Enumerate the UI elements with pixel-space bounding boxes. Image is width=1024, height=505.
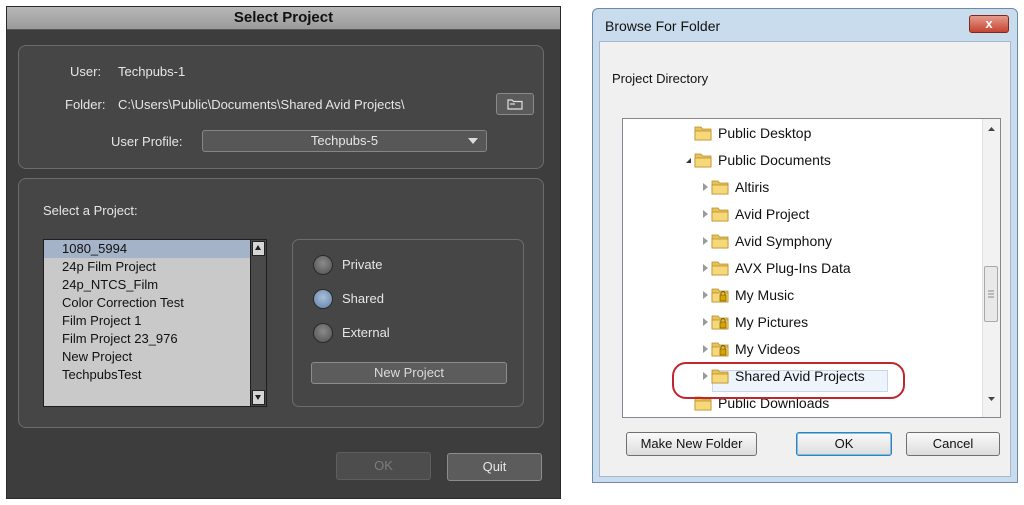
project-list[interactable]: 1080_5994 24p Film Project 24p_NTCS_Film Co… — [43, 239, 267, 407]
project-type-group: Private Shared External New Project — [292, 239, 524, 407]
collapsed-arrow-icon[interactable] — [703, 237, 708, 245]
tree-node-label: Altiris — [735, 179, 770, 195]
tree-node-label: My Pictures — [735, 314, 809, 330]
tree-node[interactable]: My Pictures — [623, 311, 983, 335]
select-project-label: Select a Project: — [43, 203, 138, 218]
tree-node[interactable]: My Videos — [623, 338, 983, 362]
folder-icon — [711, 233, 729, 249]
collapsed-arrow-icon[interactable] — [703, 210, 708, 218]
cancel-button[interactable]: Cancel — [906, 432, 1000, 456]
project-list-item[interactable]: New Project — [44, 348, 266, 366]
user-value: Techpubs-1 — [118, 64, 186, 79]
tree-node-label: Public Desktop — [718, 125, 812, 141]
tree-node[interactable]: Public Documents — [623, 149, 983, 173]
locked-folder-icon — [711, 287, 729, 303]
ok-button[interactable]: OK — [796, 432, 892, 456]
arrow-down-icon — [255, 395, 261, 400]
collapsed-arrow-icon[interactable] — [703, 345, 708, 353]
project-list-item[interactable]: 1080_5994 — [44, 240, 266, 258]
browse-for-folder-dialog: Browse For Folder x Project Directory Pu… — [592, 8, 1018, 483]
locked-folder-icon — [711, 314, 729, 330]
folder-label: Folder: — [65, 97, 106, 112]
arrow-up-icon — [255, 245, 261, 250]
radio-label: External — [342, 325, 390, 340]
ok-button[interactable]: OK — [336, 452, 431, 480]
tree-node-label: Avid Project — [735, 206, 810, 222]
tree-node-label: Public Documents — [718, 152, 831, 168]
project-list-item[interactable]: TechpubsTest — [44, 366, 266, 384]
annotation-highlight-ring — [672, 362, 905, 399]
folder-icon — [507, 99, 523, 110]
radio-label: Private — [342, 257, 383, 272]
tree-node-label: My Videos — [735, 341, 801, 357]
new-project-button[interactable]: New Project — [311, 362, 507, 384]
folder-path: C:\Users\Public\Documents\Shared Avid Pr… — [118, 97, 405, 112]
tree-node[interactable]: Public Desktop — [623, 122, 983, 146]
project-list-item[interactable]: Film Project 1 — [44, 312, 266, 330]
make-new-folder-button[interactable]: Make New Folder — [626, 432, 757, 456]
user-profile-label: User Profile: — [111, 134, 183, 149]
folder-icon — [711, 179, 729, 195]
scroll-up-button[interactable] — [252, 241, 265, 256]
radio-button[interactable] — [313, 323, 333, 343]
user-info-panel: User: Techpubs-1 Folder: C:\Users\Public… — [18, 45, 544, 169]
folder-icon — [711, 260, 729, 276]
tree-node-label: Avid Symphony — [735, 233, 833, 249]
tree-node-label: AVX Plug-Ins Data — [735, 260, 851, 276]
tree-node[interactable]: AVX Plug-Ins Data — [623, 257, 983, 281]
list-scrollbar[interactable] — [250, 240, 266, 406]
instruction-text: Project Directory — [612, 71, 709, 86]
project-list-item[interactable]: Film Project 23_976 — [44, 330, 266, 348]
collapsed-arrow-icon[interactable] — [703, 291, 708, 299]
close-button[interactable]: x — [969, 15, 1009, 33]
tree-node[interactable]: Avid Symphony — [623, 230, 983, 254]
tree-node-label: My Music — [735, 287, 795, 303]
dialog-title: Browse For Folder — [605, 18, 721, 34]
tree-scrollbar[interactable] — [982, 119, 1000, 417]
dropdown-arrow-icon — [468, 138, 478, 144]
user-profile-value: Techpubs-5 — [310, 133, 379, 148]
tree-node[interactable]: Avid Project — [623, 203, 983, 227]
tree-node[interactable]: My Music — [623, 284, 983, 308]
close-icon: x — [985, 16, 993, 31]
user-label: User: — [70, 64, 102, 79]
expanded-arrow-icon[interactable] — [686, 158, 691, 163]
scroll-down-button[interactable] — [252, 390, 265, 405]
browse-folder-button[interactable] — [496, 93, 534, 115]
collapsed-arrow-icon[interactable] — [703, 318, 708, 326]
folder-icon — [694, 152, 712, 168]
grip-icon — [988, 290, 994, 298]
radio-button[interactable] — [313, 255, 333, 275]
project-panel: Select a Project: 1080_5994 24p Film Proj… — [18, 178, 544, 428]
scroll-thumb[interactable] — [984, 266, 998, 322]
select-project-dialog: Select Project User: Techpubs-1 Folder: … — [6, 6, 561, 499]
dialog-title: Select Project — [7, 7, 560, 30]
user-profile-select[interactable]: Techpubs-5 — [202, 130, 487, 152]
project-list-item[interactable]: 24p Film Project — [44, 258, 266, 276]
quit-button[interactable]: Quit — [447, 453, 542, 481]
project-list-item[interactable]: Color Correction Test — [44, 294, 266, 312]
tree-node[interactable]: Altiris — [623, 176, 983, 200]
collapsed-arrow-icon[interactable] — [703, 264, 708, 272]
radio-label: Shared — [342, 291, 384, 306]
radio-button[interactable] — [313, 289, 333, 309]
folder-icon — [694, 125, 712, 141]
project-list-item[interactable]: 24p_NTCS_Film — [44, 276, 266, 294]
collapsed-arrow-icon[interactable] — [703, 183, 708, 191]
locked-folder-icon — [711, 341, 729, 357]
folder-icon — [711, 206, 729, 222]
dialog-body: Project Directory Public Desktop Public D… — [599, 41, 1011, 477]
